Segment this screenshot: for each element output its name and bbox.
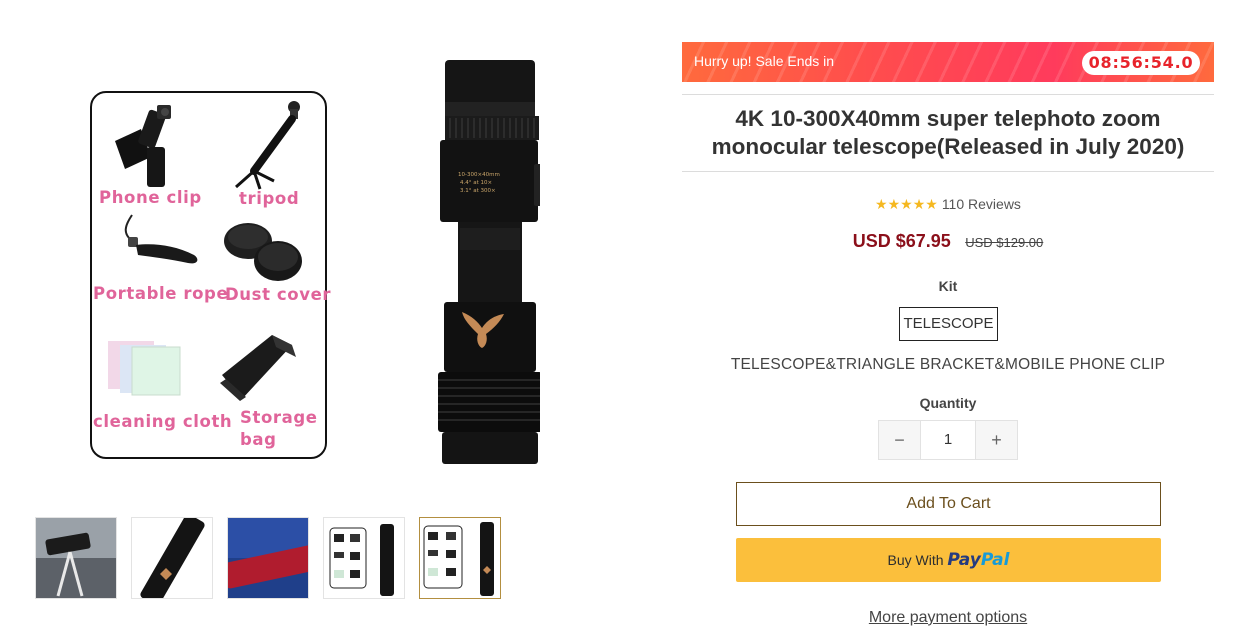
accessory-label-dust-cover: Dust cover xyxy=(225,285,332,304)
product-title: 4K 10-300X40mm super telephoto zoom mono… xyxy=(711,106,1185,159)
sale-text: Hurry up! Sale Ends in xyxy=(694,53,835,69)
compare-price: USD $129.00 xyxy=(965,235,1044,250)
star-rating-icon: ★★★★★ xyxy=(875,196,938,212)
kit-description: TELESCOPE&TRIANGLE BRACKET&MOBILE PHONE … xyxy=(730,356,1166,373)
portable-rope-image xyxy=(124,214,198,264)
accessory-label-phone-clip: Phone clip xyxy=(99,188,202,207)
accessory-label-cleaning-cloth: cleaning cloth xyxy=(93,412,233,431)
quantity-stepper: − 1 + xyxy=(878,420,1018,460)
thumbnail-4[interactable] xyxy=(323,517,405,599)
storage-bag-image xyxy=(220,335,296,401)
divider-top xyxy=(682,94,1214,95)
phone-clip-image xyxy=(115,105,171,187)
accessory-label-portable-rope: Portable rope xyxy=(93,284,229,303)
add-to-cart-button[interactable]: Add To Cart xyxy=(736,482,1161,526)
quantity-input[interactable]: 1 xyxy=(920,421,976,459)
accessory-label-tripod: tripod xyxy=(239,189,300,208)
kit-option-label: Kit xyxy=(938,278,958,294)
countdown-timer: 08:56:54.0 xyxy=(1082,51,1200,75)
divider-title xyxy=(682,171,1214,172)
monocular-telescope-image: 10-300×40mm 4.4° at 10× 3.1° at 300× xyxy=(438,60,540,464)
product-rating[interactable]: ★★★★★ 110 Reviews xyxy=(682,196,1214,213)
more-payment-options-link[interactable]: More payment options xyxy=(682,609,1214,627)
scope-spec-line-2: 4.4° at 10× xyxy=(460,180,492,186)
tripod-image xyxy=(235,101,300,190)
sale-countdown-banner: Hurry up! Sale Ends in 08:56:54.0 xyxy=(682,42,1214,82)
cleaning-cloth-image xyxy=(108,341,181,396)
scope-spec-line-1: 10-300×40mm xyxy=(458,172,500,178)
price-block: USD $67.95 USD $129.00 xyxy=(682,231,1214,252)
buy-with-label: Buy With xyxy=(887,552,944,568)
reviews-count: 110 Reviews xyxy=(941,196,1021,212)
scope-spec-line-3: 3.1° at 300× xyxy=(460,188,496,194)
quantity-label: Quantity xyxy=(919,395,977,411)
thumbnail-3[interactable] xyxy=(227,517,309,599)
paypal-logo-icon: PayPal xyxy=(947,550,1010,570)
kit-option-telescope[interactable]: TELESCOPE xyxy=(899,307,998,341)
accessory-label-storage-bag: Storage bag xyxy=(240,408,318,449)
dust-cover-image xyxy=(224,223,302,281)
thumbnail-5[interactable] xyxy=(419,517,501,599)
accessories-card: Phone clip tripod Portable rope Dust cov… xyxy=(90,91,331,459)
main-product-image: Phone clip tripod Portable rope Dust cov… xyxy=(80,50,570,480)
paypal-button[interactable]: Buy With PayPal xyxy=(736,538,1161,582)
thumbnail-2[interactable] xyxy=(131,517,213,599)
thumbnail-1[interactable] xyxy=(35,517,117,599)
quantity-decrease-button[interactable]: − xyxy=(879,421,920,459)
sale-price: USD $67.95 xyxy=(852,231,951,251)
quantity-increase-button[interactable]: + xyxy=(976,421,1017,459)
